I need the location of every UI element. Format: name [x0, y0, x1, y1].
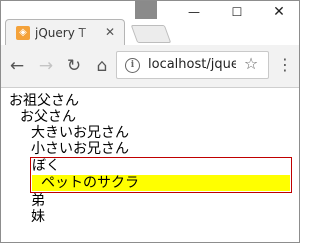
info-icon[interactable]: i — [125, 58, 140, 73]
reload-icon[interactable]: ↻ — [64, 56, 84, 76]
back-arrow-icon[interactable]: ← — [7, 56, 27, 76]
list-item-grandfather: お祖父さん — [9, 93, 79, 109]
page-content: お祖父さん お父さん 大きいお兄さん 小さいお兄さん ぼく ペットのサクラ 弟 … — [1, 88, 299, 242]
list-item-small-brother: 小さいお兄さん — [31, 141, 129, 157]
minimize-button[interactable]: — — [186, 5, 202, 19]
jquery-favicon-icon: ◈ — [16, 26, 30, 40]
kebab-menu-icon[interactable]: ⋮ — [277, 55, 293, 75]
list-item-big-brother: 大きいお兄さん — [31, 125, 129, 141]
list-item-younger-sister: 妹 — [31, 209, 45, 225]
close-window-button[interactable]: ✕ — [271, 5, 287, 19]
list-item-father: お父さん — [20, 109, 76, 125]
new-tab-button[interactable] — [130, 25, 172, 43]
url-text[interactable]: localhost/jque — [148, 57, 236, 73]
maximize-button[interactable]: ☐ — [229, 5, 245, 19]
home-icon[interactable]: ⌂ — [92, 56, 112, 76]
profile-icon[interactable] — [135, 1, 157, 19]
browser-toolbar: ← → ↻ ⌂ i localhost/jque ☆ ⋮ — [1, 45, 299, 88]
list-item-younger-brother: 弟 — [31, 193, 45, 209]
tab-close-icon[interactable]: ✕ — [103, 25, 117, 39]
browser-tab[interactable]: ◈ jQuery T ✕ — [5, 19, 125, 45]
tab-title-fade — [78, 25, 98, 41]
title-bar: ◈ jQuery T ✕ — ☐ ✕ — [1, 1, 299, 45]
list-item-pet: ペットのサクラ — [41, 175, 139, 191]
forward-arrow-icon[interactable]: → — [36, 56, 56, 76]
highlighted-list-box: ぼく ペットのサクラ — [30, 157, 292, 193]
address-bar[interactable]: i localhost/jque ☆ — [116, 51, 269, 79]
pet-highlight: ペットのサクラ — [32, 175, 290, 191]
bookmark-star-icon[interactable]: ☆ — [242, 55, 260, 73]
list-item-me: ぼく — [32, 158, 60, 174]
browser-window: ◈ jQuery T ✕ — ☐ ✕ ← → ↻ ⌂ i localhost/j… — [0, 0, 300, 243]
